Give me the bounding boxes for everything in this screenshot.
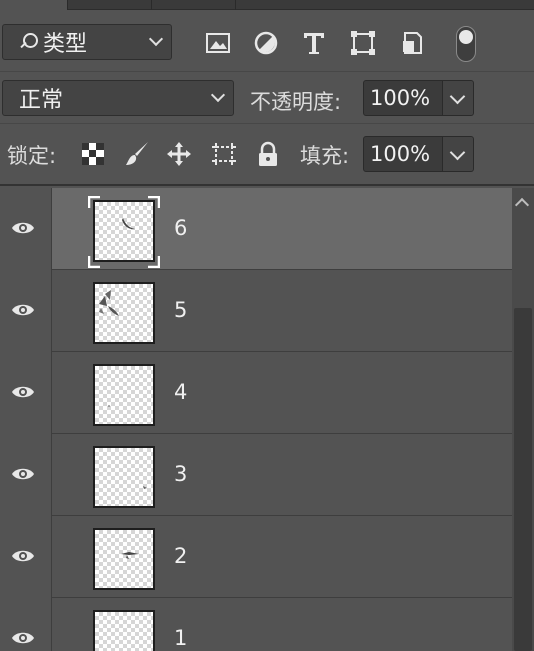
fill-input[interactable]: 100% [363,136,443,172]
lock-artboard-icon[interactable] [211,141,237,167]
filter-kind-label: 类型 [43,32,88,57]
eye-icon [12,550,34,562]
eye-icon [12,468,34,480]
visibility-toggle[interactable] [0,270,52,352]
visibility-toggle[interactable] [0,598,52,651]
fill-dropdown-button[interactable] [443,136,474,172]
filter-kind-dropdown[interactable]: 类型 [2,24,172,60]
layer-row[interactable]: 5 [0,270,512,352]
layer-name[interactable]: 1 [174,626,187,650]
layer-row[interactable]: 2 [0,516,512,598]
layers-scrollbar[interactable] [512,188,534,651]
visibility-toggle[interactable] [0,434,52,516]
chevron-down-icon [148,31,164,47]
eye-icon [12,304,34,316]
layer-row[interactable]: 1 [0,598,512,651]
panel-tab-strip [0,0,534,10]
layer-name[interactable]: 2 [174,544,187,568]
layer-filter-bar: 类型 [0,10,534,72]
tab-paths[interactable] [152,0,236,10]
layer-thumbnail[interactable] [93,610,155,651]
search-icon [19,33,38,51]
fill-label: 填充: [300,144,350,168]
layer-name[interactable]: 6 [174,216,187,240]
tab-channels[interactable] [68,0,152,10]
blend-options-bar: 正常 不透明度: 100% [0,72,534,124]
eye-icon [12,386,34,398]
blend-mode-dropdown[interactable]: 正常 [2,80,234,116]
layer-thumbnail[interactable] [93,364,155,426]
adjustment-filter-icon[interactable] [253,30,279,56]
layer-row[interactable]: 6 [0,188,512,270]
chevron-down-icon [210,87,226,103]
lock-all-icon[interactable] [255,141,281,167]
layer-name[interactable]: 3 [174,462,187,486]
lock-position-icon[interactable] [166,141,192,167]
type-filter-icon[interactable] [301,30,327,56]
opacity-input[interactable]: 100% [363,80,443,116]
smart-object-filter-icon[interactable] [400,30,426,56]
visibility-toggle[interactable] [0,352,52,434]
filter-toggle-switch[interactable] [456,26,476,62]
lock-transparent-pixels-icon[interactable] [80,141,106,167]
selected-thumbnail-frame [88,196,160,268]
lock-options-bar: 锁定: 填充: 100% [0,124,534,186]
layer-thumbnail[interactable] [93,446,155,508]
layer-row[interactable]: 4 [0,352,512,434]
layer-thumbnail[interactable] [93,528,155,590]
layer-name[interactable]: 4 [174,380,187,404]
layer-row[interactable]: 3 [0,434,512,516]
scrollbar-thumb[interactable] [514,308,532,651]
lock-image-pixels-icon[interactable] [124,141,150,167]
eye-icon [12,632,34,644]
layer-name[interactable]: 5 [174,298,187,322]
blend-mode-label: 正常 [19,88,64,113]
eye-icon [12,222,34,234]
opacity-label: 不透明度: [250,90,342,114]
layers-list: 6 5 4 3 2 1 [0,188,512,651]
image-filter-icon[interactable] [205,30,231,56]
visibility-toggle[interactable] [0,516,52,598]
scroll-up-icon[interactable] [514,197,530,213]
layer-thumbnail[interactable] [93,282,155,344]
toggle-knob [459,30,473,44]
opacity-dropdown-button[interactable] [443,80,474,116]
tab-layers[interactable] [0,0,68,10]
shape-filter-icon[interactable] [350,30,376,56]
lock-label: 锁定: [7,144,57,168]
visibility-toggle[interactable] [0,188,52,270]
